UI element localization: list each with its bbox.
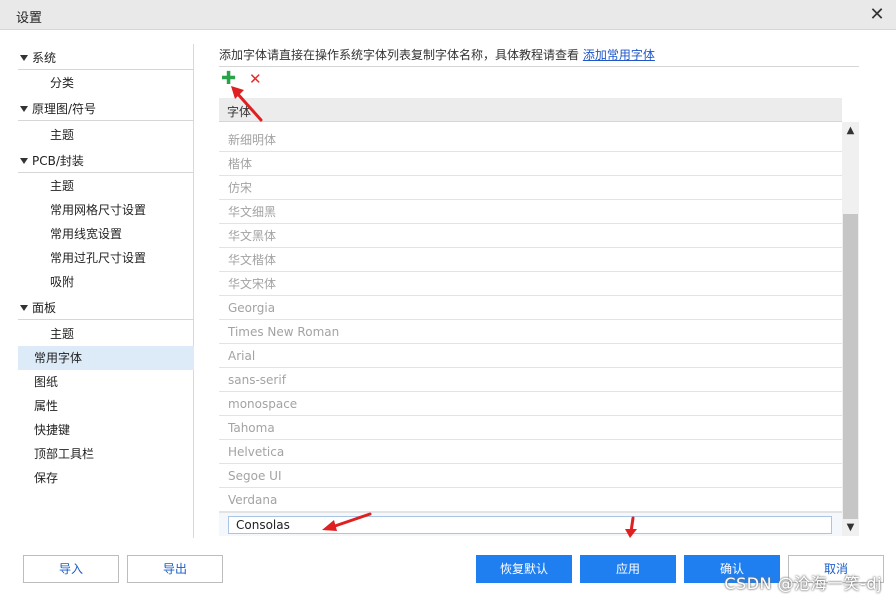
table-row[interactable]: 华文细黑 xyxy=(219,200,842,224)
divider xyxy=(219,66,859,67)
tree-item-panel-theme[interactable]: 主题 xyxy=(18,322,194,346)
tree-item-category[interactable]: 分类 xyxy=(18,71,194,95)
settings-nav-tree: 系统 分类 原理图/符号 主题 PCB/封装 主题 常用网格尺寸设置 常用线宽设… xyxy=(18,44,194,538)
hint-label: 添加字体请直接在操作系统字体列表复制字体名称，具体教程请查看 xyxy=(219,48,580,62)
tree-label: 主题 xyxy=(50,128,75,142)
tree-label: 吸附 xyxy=(50,275,75,289)
scroll-thumb[interactable] xyxy=(843,214,858,519)
tree-item-shortcuts[interactable]: 快捷键 xyxy=(18,418,194,442)
tree-item-line-width[interactable]: 常用线宽设置 xyxy=(18,222,194,246)
table-row[interactable]: 楷体 xyxy=(219,152,842,176)
table-row[interactable]: Arial xyxy=(219,344,842,368)
tree-label: 主题 xyxy=(50,179,75,193)
tree-label: 分类 xyxy=(50,76,75,90)
tree-item-snap[interactable]: 吸附 xyxy=(18,270,194,294)
tree-label: 顶部工具栏 xyxy=(34,447,95,461)
tree-item-drawing[interactable]: 图纸 xyxy=(18,370,194,394)
expand-triangle-icon[interactable] xyxy=(20,55,28,61)
tree-label: 常用网格尺寸设置 xyxy=(50,203,147,217)
cross-icon[interactable]: ✕ xyxy=(249,70,263,88)
tree-item-grid-size[interactable]: 常用网格尺寸设置 xyxy=(18,198,194,222)
column-header-font: 字体 xyxy=(227,105,252,119)
tree-group-schematic[interactable]: 原理图/符号 xyxy=(18,97,194,121)
tree-label: 常用字体 xyxy=(34,351,83,365)
expand-triangle-icon[interactable] xyxy=(20,106,28,112)
table-row[interactable]: sans-serif xyxy=(219,368,842,392)
apply-button[interactable]: 应用 xyxy=(580,555,676,583)
dialog-titlebar: 设置 ✕ xyxy=(0,0,896,30)
tree-item-via-size[interactable]: 常用过孔尺寸设置 xyxy=(18,246,194,270)
table-row[interactable]: Times New Roman xyxy=(219,320,842,344)
table-row[interactable]: Verdana xyxy=(219,488,842,512)
tree-label: 快捷键 xyxy=(34,423,71,437)
close-icon[interactable]: ✕ xyxy=(866,4,888,26)
tree-group-panel[interactable]: 面板 xyxy=(18,296,194,320)
tree-label: 原理图/符号 xyxy=(32,102,97,116)
vertical-scrollbar[interactable]: ▲ ▼ xyxy=(842,122,859,536)
scroll-up-icon[interactable]: ▲ xyxy=(842,122,859,139)
expand-triangle-icon[interactable] xyxy=(20,158,28,164)
plus-icon[interactable]: ✚ xyxy=(221,70,236,88)
table-row[interactable]: Tahoma xyxy=(219,416,842,440)
font-table: 字体 新细明体 楷体 仿宋 华文细黑 华文黑体 华文楷体 华文宋体 Georgi… xyxy=(219,98,859,536)
table-row[interactable]: 华文黑体 xyxy=(219,224,842,248)
tree-item-pcb-theme[interactable]: 主题 xyxy=(18,174,194,198)
tree-item-top-toolbar[interactable]: 顶部工具栏 xyxy=(18,442,194,466)
watermark-text: CSDN @沧海一笑-dj xyxy=(724,574,882,593)
table-row[interactable]: Georgia xyxy=(219,296,842,320)
import-button[interactable]: 导入 xyxy=(23,555,119,583)
tree-label: PCB/封装 xyxy=(32,154,84,168)
scroll-down-icon[interactable]: ▼ xyxy=(842,519,859,536)
tree-item-schematic-theme[interactable]: 主题 xyxy=(18,123,194,147)
font-rows: 新细明体 楷体 仿宋 华文细黑 华文黑体 华文楷体 华文宋体 Georgia T… xyxy=(219,128,842,512)
tree-label: 常用过孔尺寸设置 xyxy=(50,251,147,265)
new-font-row xyxy=(219,512,842,536)
new-font-input[interactable] xyxy=(228,516,832,534)
table-row[interactable]: 仿宋 xyxy=(219,176,842,200)
tree-item-common-fonts[interactable]: 常用字体 xyxy=(18,346,194,370)
table-row[interactable]: 华文楷体 xyxy=(219,248,842,272)
tree-item-save[interactable]: 保存 xyxy=(18,466,194,490)
tree-label: 常用线宽设置 xyxy=(50,227,123,241)
table-row[interactable]: Segoe UI xyxy=(219,464,842,488)
tree-label: 主题 xyxy=(50,327,75,341)
tree-label: 面板 xyxy=(32,301,57,315)
tree-group-system[interactable]: 系统 xyxy=(18,46,194,70)
tree-label: 图纸 xyxy=(34,375,59,389)
hint-text: 添加字体请直接在操作系统字体列表复制字体名称，具体教程请查看 添加常用字体 xyxy=(219,46,655,63)
tree-item-properties[interactable]: 属性 xyxy=(18,394,194,418)
dialog-title: 设置 xyxy=(16,11,43,26)
reset-default-button[interactable]: 恢复默认 xyxy=(476,555,572,583)
add-fonts-tutorial-link[interactable]: 添加常用字体 xyxy=(583,48,655,62)
table-row[interactable]: Helvetica xyxy=(219,440,842,464)
tree-label: 属性 xyxy=(34,399,59,413)
tree-label: 系统 xyxy=(32,51,57,65)
tree-label: 保存 xyxy=(34,471,59,485)
expand-triangle-icon[interactable] xyxy=(20,305,28,311)
table-row[interactable]: 新细明体 xyxy=(219,128,842,152)
tree-group-pcb[interactable]: PCB/封装 xyxy=(18,149,194,173)
table-row[interactable]: 华文宋体 xyxy=(219,272,842,296)
table-row[interactable]: monospace xyxy=(219,392,842,416)
export-button[interactable]: 导出 xyxy=(127,555,223,583)
table-header: 字体 xyxy=(219,98,842,122)
